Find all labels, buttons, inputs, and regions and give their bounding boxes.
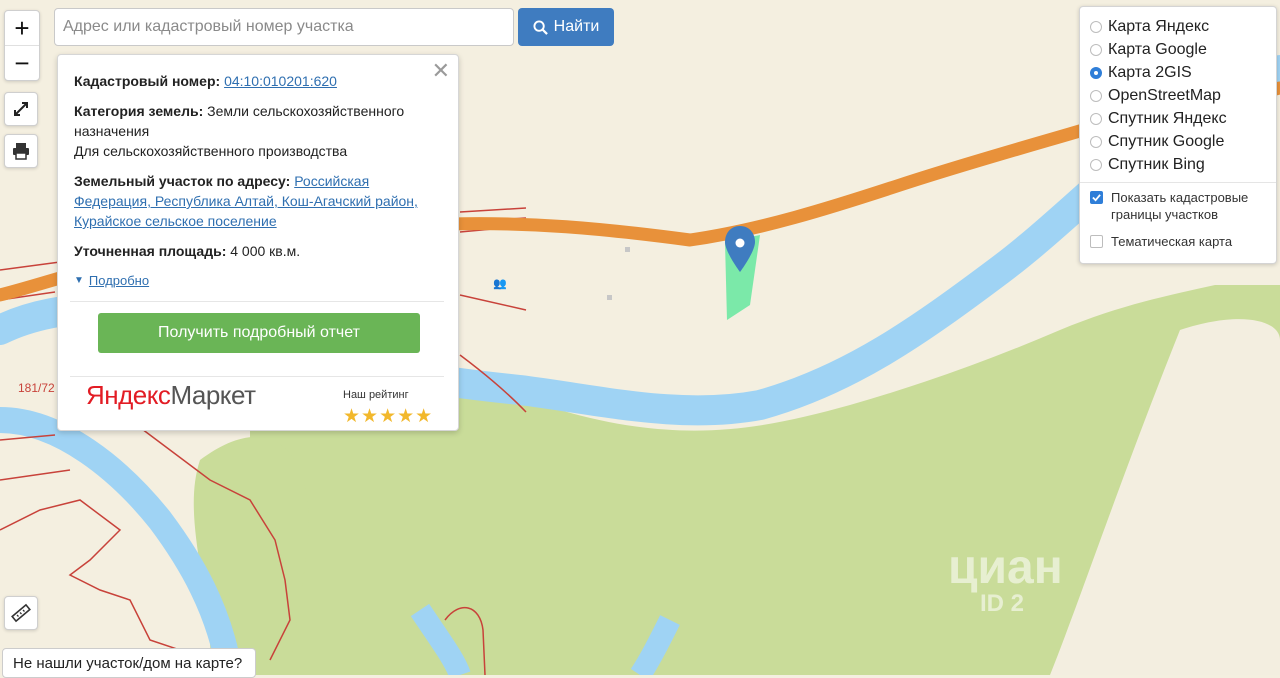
layer-label: Карта 2GIS: [1108, 63, 1192, 81]
brand-part2: Маркет: [170, 380, 256, 410]
people-icon: 👥: [493, 277, 507, 290]
area-value: 4 000 кв.м.: [230, 243, 301, 259]
layer-option-yandex-map[interactable]: Карта Яндекс: [1090, 15, 1266, 38]
layer-option-2gis-map[interactable]: Карта 2GIS: [1090, 61, 1266, 84]
ruler-button[interactable]: [4, 596, 38, 630]
layer-option-yandex-satellite[interactable]: Спутник Яндекс: [1090, 107, 1266, 130]
find-button-label: Найти: [553, 18, 600, 35]
building-marker: [607, 295, 612, 300]
watermark-brand: циан: [948, 541, 1063, 594]
layer-option-bing-satellite[interactable]: Спутник Bing: [1090, 153, 1266, 176]
find-button[interactable]: Найти: [518, 8, 614, 46]
fullscreen-button[interactable]: [4, 92, 38, 126]
rating-stars-icon: ★★★★★: [343, 406, 434, 427]
usage-value: Для сельскохозяйственного производства: [74, 143, 348, 159]
radio-button[interactable]: [1090, 112, 1102, 125]
category-label: Категория земель:: [74, 103, 204, 119]
layer-option-google-map[interactable]: Карта Google: [1090, 38, 1266, 61]
details-toggle[interactable]: ▼ Подробно: [74, 271, 442, 291]
zoom-out-button[interactable]: −: [5, 45, 39, 80]
checkmark-icon: [1092, 194, 1101, 202]
search-icon: [533, 19, 548, 35]
cadastral-number-link[interactable]: 04:10:010201:620: [224, 73, 337, 89]
close-icon[interactable]: ✕: [432, 60, 450, 82]
radio-button[interactable]: [1090, 43, 1102, 56]
layer-label: OpenStreetMap: [1108, 86, 1221, 104]
cadastral-label: Кадастровый номер:: [74, 73, 221, 89]
yandex-market-logo[interactable]: ЯндексМаркет: [86, 382, 256, 408]
watermark-id: ID 2: [980, 590, 1025, 617]
get-report-button[interactable]: Получить подробный отчет: [98, 313, 420, 353]
zoom-in-button[interactable]: +: [5, 11, 39, 45]
details-link[interactable]: Подробно: [89, 271, 149, 291]
map-layers-panel: Карта Яндекс Карта Google Карта 2GIS Ope…: [1079, 6, 1277, 264]
triangle-down-icon: ▼: [74, 275, 84, 286]
radio-button[interactable]: [1090, 20, 1102, 33]
show-boundaries-checkbox-row[interactable]: Показать кадастровые границы участков: [1090, 189, 1266, 223]
layer-label: Карта Google: [1108, 40, 1207, 58]
road-number-label: 181/72: [18, 381, 55, 395]
radio-button[interactable]: [1090, 158, 1102, 171]
ruler-icon: [11, 603, 31, 623]
address-row: Земельный участок по адресу: Российская …: [74, 171, 442, 231]
layer-label: Спутник Bing: [1108, 155, 1205, 173]
area-row: Уточненная площадь: 4 000 кв.м.: [74, 241, 442, 261]
layer-label: Спутник Яндекс: [1108, 109, 1227, 127]
print-button[interactable]: [4, 134, 38, 168]
checkbox-checked[interactable]: [1090, 191, 1103, 204]
rating-block: Наш рейтинг ★★★★★: [343, 385, 433, 427]
checkbox[interactable]: [1090, 235, 1103, 248]
divider: [70, 301, 444, 302]
radio-button[interactable]: [1090, 89, 1102, 102]
zoom-control: + −: [4, 10, 40, 81]
printer-icon: [13, 143, 29, 160]
radio-button-selected[interactable]: [1090, 66, 1102, 79]
show-boundaries-label: Показать кадастровые границы участков: [1111, 190, 1249, 222]
land-category-row: Категория земель: Земли сельскохозяйстве…: [74, 101, 442, 161]
thematic-map-label: Тематическая карта: [1111, 234, 1233, 249]
watermark: циан ID 2: [948, 540, 1063, 617]
divider: [70, 376, 444, 377]
divider: [1080, 182, 1276, 183]
layer-option-openstreetmap[interactable]: OpenStreetMap: [1090, 84, 1266, 107]
rating-label: Наш рейтинг: [343, 389, 409, 401]
area-label: Уточненная площадь:: [74, 243, 227, 259]
layer-label: Карта Яндекс: [1108, 17, 1210, 35]
layer-label: Спутник Google: [1108, 132, 1225, 150]
expand-icon: [14, 102, 28, 116]
radio-button[interactable]: [1090, 135, 1102, 148]
not-found-link[interactable]: Не нашли участок/дом на карте?: [2, 648, 256, 678]
building-marker: [625, 247, 630, 252]
layer-option-google-satellite[interactable]: Спутник Google: [1090, 130, 1266, 153]
thematic-map-checkbox-row[interactable]: Тематическая карта: [1090, 233, 1266, 250]
search-input[interactable]: [54, 8, 514, 46]
address-label: Земельный участок по адресу:: [74, 173, 291, 189]
parcel-info-popup: ✕ Кадастровый номер: 04:10:010201:620 Ка…: [57, 54, 459, 431]
brand-part1: Яндекс: [86, 380, 171, 410]
cadastral-number-row: Кадастровый номер: 04:10:010201:620: [74, 71, 442, 91]
